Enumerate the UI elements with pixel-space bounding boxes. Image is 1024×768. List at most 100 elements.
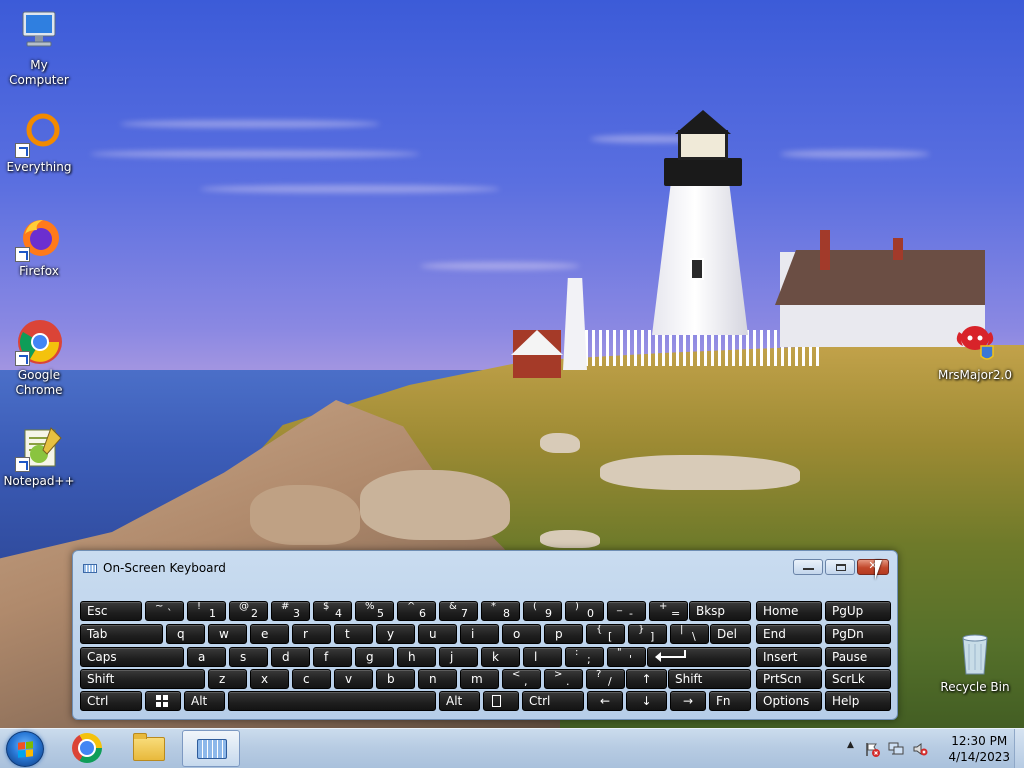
key-insert[interactable]: Insert xyxy=(756,647,822,667)
key-prtscn[interactable]: PrtScn xyxy=(756,669,822,689)
desktop-icon-mrsmajor[interactable]: MrsMajor2.0 xyxy=(935,318,1015,383)
taskbar-item-file-explorer[interactable] xyxy=(120,730,178,767)
key-space[interactable] xyxy=(228,691,436,711)
key-alt-right[interactable]: Alt xyxy=(439,691,480,711)
key-g[interactable]: g xyxy=(355,647,394,667)
key-y[interactable]: y xyxy=(376,624,415,644)
desktop-icon-everything[interactable]: Everything xyxy=(0,110,79,175)
taskbar-item-chrome[interactable] xyxy=(57,730,115,767)
key-symbol[interactable]: >. xyxy=(544,669,583,689)
key-help[interactable]: Help xyxy=(825,691,891,711)
key-u[interactable]: u xyxy=(418,624,457,644)
key-r[interactable]: r xyxy=(292,624,331,644)
key-alt-left[interactable]: Alt xyxy=(184,691,225,711)
show-desktop-button[interactable] xyxy=(1014,729,1024,768)
key-symbol[interactable]: <, xyxy=(502,669,541,689)
key--[interactable]: _ - xyxy=(607,601,646,621)
key-f[interactable]: f xyxy=(313,647,352,667)
key-enter[interactable] xyxy=(647,647,751,667)
key-l[interactable]: l xyxy=(523,647,562,667)
key-arrow-up[interactable]: ↑ xyxy=(626,669,667,689)
key-scrlk[interactable]: ScrLk xyxy=(825,669,891,689)
key-n[interactable]: n xyxy=(418,669,457,689)
desktop-icon-recycle-bin[interactable]: Recycle Bin xyxy=(935,630,1015,695)
key-o[interactable]: o xyxy=(502,624,541,644)
key-p[interactable]: p xyxy=(544,624,583,644)
key-k[interactable]: k xyxy=(481,647,520,667)
key-v[interactable]: v xyxy=(334,669,373,689)
key-h[interactable]: h xyxy=(397,647,436,667)
key-ctrl-left[interactable]: Ctrl xyxy=(80,691,142,711)
key-d[interactable]: d xyxy=(271,647,310,667)
key-home[interactable]: Home xyxy=(756,601,822,621)
key-i[interactable]: i xyxy=(460,624,499,644)
network-icon[interactable] xyxy=(888,741,904,757)
key-c[interactable]: c xyxy=(292,669,331,689)
key-5[interactable]: % 5 xyxy=(355,601,394,621)
key-symbol[interactable]: | \ xyxy=(670,624,709,644)
taskbar-item-on-screen-keyboard[interactable] xyxy=(182,730,240,767)
action-center-flag-icon[interactable] xyxy=(864,741,880,757)
key-x[interactable]: x xyxy=(250,669,289,689)
clock[interactable]: 12:30 PM 4/14/2023 xyxy=(948,733,1010,765)
key-end[interactable]: End xyxy=(756,624,822,644)
key-a[interactable]: a xyxy=(187,647,226,667)
key-6[interactable]: ^ 6 xyxy=(397,601,436,621)
key-3[interactable]: #3 xyxy=(271,601,310,621)
key-options[interactable]: Options xyxy=(756,691,822,711)
key-e[interactable]: e xyxy=(250,624,289,644)
minimize-button[interactable] xyxy=(793,559,823,575)
key-del[interactable]: Del xyxy=(710,624,751,644)
key-s[interactable]: s xyxy=(229,647,268,667)
desktop-icon-my-computer[interactable]: My Computer xyxy=(0,8,79,88)
key-esc[interactable]: Esc xyxy=(80,601,142,621)
key-tab[interactable]: Tab xyxy=(80,624,163,644)
key-=[interactable]: + = xyxy=(649,601,688,621)
key-fn[interactable]: Fn xyxy=(709,691,751,711)
key-pgdn[interactable]: PgDn xyxy=(825,624,891,644)
close-button[interactable]: ✕ xyxy=(857,559,889,575)
desktop-icon-google-chrome[interactable]: Google Chrome xyxy=(0,318,79,398)
desktop-icon-firefox[interactable]: Firefox xyxy=(0,214,79,279)
key-7[interactable]: & 7 xyxy=(439,601,478,621)
start-button[interactable] xyxy=(6,731,44,767)
key-2[interactable]: @2 xyxy=(229,601,268,621)
key-1[interactable]: ! 1 xyxy=(187,601,226,621)
key-m[interactable]: m xyxy=(460,669,499,689)
key-windows[interactable] xyxy=(145,691,181,711)
key-symbol[interactable]: " ' xyxy=(607,647,646,667)
key-pgup[interactable]: PgUp xyxy=(825,601,891,621)
key-symbol[interactable]: {[ xyxy=(586,624,625,644)
key-symbol[interactable]: }] xyxy=(628,624,667,644)
key-menu[interactable] xyxy=(483,691,519,711)
key-shift-left[interactable]: Shift xyxy=(80,669,205,689)
key-w[interactable]: w xyxy=(208,624,247,644)
key-t[interactable]: t xyxy=(334,624,373,644)
key-arrow-down[interactable]: ↓ xyxy=(626,691,667,711)
key-j[interactable]: j xyxy=(439,647,478,667)
key-q[interactable]: q xyxy=(166,624,205,644)
taskbar[interactable]: ▲ 12:30 PM 4/14/2023 xyxy=(0,728,1024,768)
show-hidden-icons-arrow[interactable]: ▲ xyxy=(847,740,854,750)
key-`[interactable]: ~ ` xyxy=(145,601,184,621)
key-b[interactable]: b xyxy=(376,669,415,689)
desktop-icon-notepad-plus-plus[interactable]: Notepad++ xyxy=(0,424,79,489)
key-arrow-right[interactable]: → xyxy=(670,691,706,711)
key-pause[interactable]: Pause xyxy=(825,647,891,667)
key-z[interactable]: z xyxy=(208,669,247,689)
key-backspace[interactable]: Bksp xyxy=(689,601,751,621)
key-ctrl-right[interactable]: Ctrl xyxy=(522,691,584,711)
key-symbol[interactable]: ? / xyxy=(586,669,625,689)
volume-muted-icon[interactable] xyxy=(912,741,928,757)
maximize-button[interactable] xyxy=(825,559,855,575)
key-caps[interactable]: Caps xyxy=(80,647,184,667)
key-shift-right[interactable]: Shift xyxy=(668,669,751,689)
key-9[interactable]: (9 xyxy=(523,601,562,621)
key-8[interactable]: * 8 xyxy=(481,601,520,621)
on-screen-keyboard-window[interactable]: On-Screen Keyboard ✕ Esc ~ `! 1 @2 #3 $4% 5 ^ 6 &… xyxy=(72,550,898,720)
key-arrow-left[interactable]: ← xyxy=(587,691,623,711)
key-symbol[interactable]: :; xyxy=(565,647,604,667)
key-0[interactable]: ) 0 xyxy=(565,601,604,621)
key-4[interactable]: $4 xyxy=(313,601,352,621)
window-title-bar[interactable]: On-Screen Keyboard xyxy=(83,561,226,575)
